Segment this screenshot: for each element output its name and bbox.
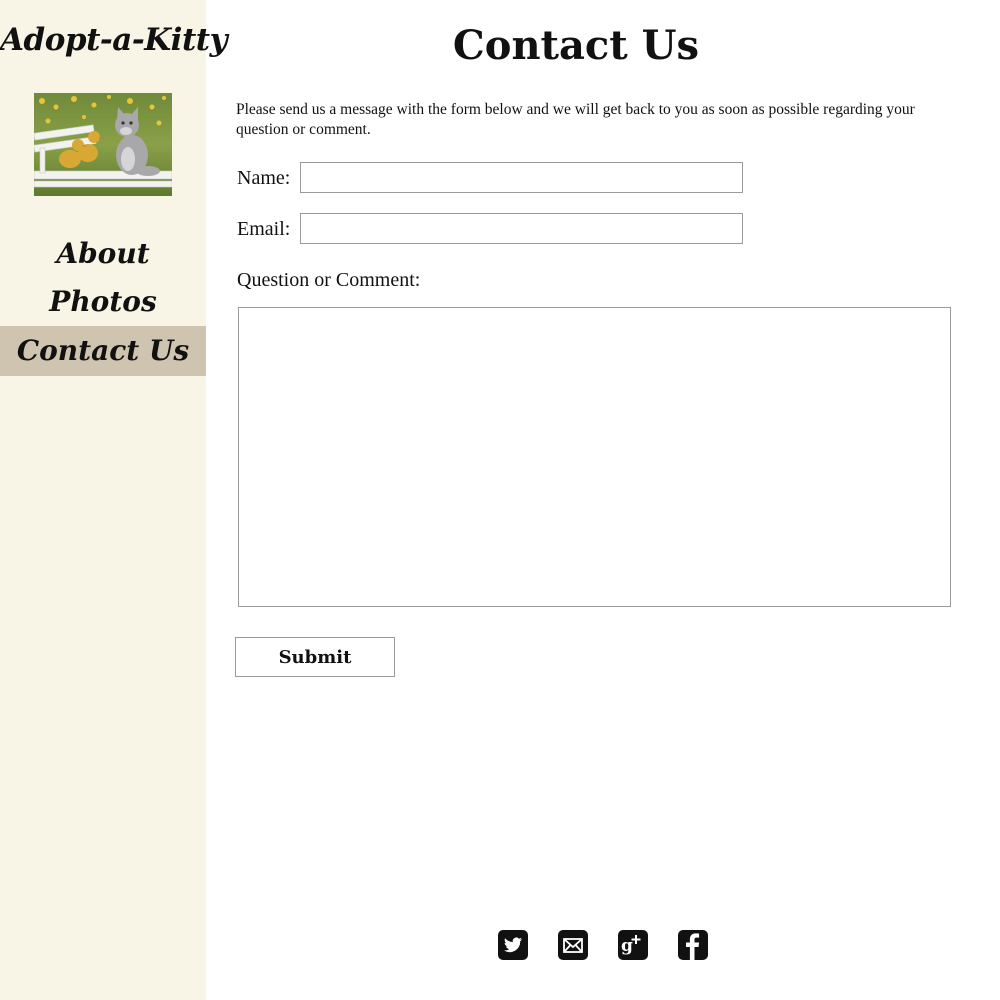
google-plus-icon[interactable]: g [618,930,648,960]
main-content: Contact Us Please send us a message with… [206,0,1000,1000]
facebook-icon[interactable] [678,930,708,960]
nav-item-contact-us[interactable]: Contact Us [0,326,206,376]
svg-text:g: g [621,936,633,956]
email-field[interactable] [300,213,743,244]
twitter-icon[interactable] [498,930,528,960]
name-label: Name: [237,167,291,189]
page: Adopt-a-Kitty About Photos Contact Us Co… [0,0,1000,1000]
mail-icon[interactable] [558,930,588,960]
nav-item-photos[interactable]: Photos [0,278,206,326]
site-title[interactable]: Adopt-a-Kitty [0,22,228,58]
comment-textarea[interactable] [238,307,951,607]
main-nav: About Photos Contact Us [0,230,206,376]
email-label: Email: [237,218,291,240]
hero-photo [34,93,172,196]
nav-item-about[interactable]: About [0,230,206,278]
page-title: Contact Us [452,22,700,69]
comment-label: Question or Comment: [237,269,421,291]
name-field[interactable] [300,162,743,193]
submit-button[interactable]: Submit [235,637,395,677]
social-links: g [498,930,708,960]
sidebar: Adopt-a-Kitty About Photos Contact Us [0,0,228,1000]
intro-text: Please send us a message with the form b… [236,101,915,138]
